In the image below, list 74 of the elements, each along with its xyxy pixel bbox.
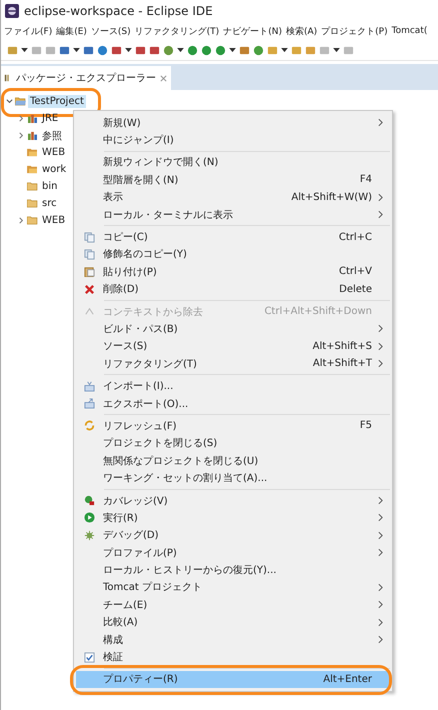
delete-icon [84, 284, 95, 295]
menu-item[interactable]: 編集(E) [56, 24, 87, 38]
menu-item[interactable]: ソース(S) Alt+Shift+S [76, 338, 390, 356]
menu-item[interactable]: カバレッジ(V) [76, 492, 390, 510]
tree-item[interactable]: src [40, 197, 59, 210]
clipboard-icon [84, 266, 95, 278]
refresh-icon [84, 420, 95, 432]
tree-item[interactable]: TestProject [28, 95, 86, 108]
dropdown-icon[interactable] [177, 48, 184, 52]
menu-item[interactable]: インポート(I)... [76, 377, 390, 395]
tree-item[interactable]: WEB [40, 146, 68, 159]
menu-item[interactable]: チーム(E) [76, 596, 390, 614]
menu-item[interactable]: 比較(A) [76, 614, 390, 631]
menu-item[interactable]: 表示 Alt+Shift+W(W) [76, 188, 390, 206]
expand-icon[interactable] [18, 217, 25, 224]
menu-item[interactable]: 型階層を開く(N) F4 [76, 171, 390, 189]
dropdown-icon[interactable] [333, 48, 340, 52]
menu-item[interactable]: 検索(A) [286, 24, 318, 38]
menu-item[interactable]: リファクタリング(T) [134, 24, 220, 38]
expand-icon[interactable] [18, 115, 25, 122]
menu-item[interactable]: 無関係なプロジェクトを閉じる(U) [76, 452, 390, 470]
tree-item[interactable]: 参照 [40, 128, 64, 144]
menu-item[interactable]: ローカル・ターミナルに表示 [76, 206, 390, 224]
import-icon [84, 380, 95, 392]
menu-item[interactable]: 構成 [76, 630, 390, 648]
menu-item[interactable]: デバッグ(D) [76, 526, 390, 544]
menu-item[interactable]: 貼り付け(P) Ctrl+V [76, 263, 390, 281]
bug-icon [84, 530, 95, 541]
dropdown-icon[interactable] [21, 48, 28, 52]
circle-icon[interactable] [253, 44, 264, 56]
close-icon[interactable] [160, 74, 167, 82]
menu-item[interactable]: コピー(C) Ctrl+C [76, 228, 390, 246]
checkbox-icon [84, 652, 95, 663]
coverage-icon [84, 495, 95, 506]
dropdown-icon[interactable] [125, 48, 132, 52]
menu-item[interactable]: 修飾名のコピー(Y) [76, 246, 390, 264]
menu-item[interactable]: Tomcat プロジェクト [76, 578, 390, 596]
menu-item[interactable]: プロファイル(P) [76, 544, 390, 562]
tree-item[interactable]: WEB [40, 214, 68, 227]
library-icon [27, 131, 38, 140]
library-icon [27, 114, 38, 123]
menu-item[interactable]: Tomcat( [392, 26, 428, 36]
menu-item[interactable]: ワーキング・セットの割り当て(A)... [76, 469, 390, 487]
expand-icon[interactable] [18, 132, 25, 139]
dropdown-icon[interactable] [281, 48, 288, 52]
menu-item[interactable]: プロジェクトを閉じる(S) [76, 434, 390, 452]
app-icon [5, 4, 19, 18]
copy-icon [84, 248, 95, 260]
menu-item[interactable]: リファクタリング(T) Alt+Shift+T [76, 355, 390, 372]
menu-item[interactable]: リフレッシュ(F) F5 [76, 417, 390, 435]
copy-icon [84, 232, 95, 243]
menu-item[interactable]: 新規(W) [76, 114, 390, 132]
expand-icon[interactable] [6, 98, 13, 105]
menu-item[interactable]: 中にジャンプ(I) [76, 131, 390, 149]
tree-item[interactable]: bin [40, 180, 60, 193]
menu-item[interactable]: 検証 [76, 648, 390, 666]
tree-item[interactable]: work [40, 163, 68, 176]
remove-icon [84, 306, 95, 318]
menu-item[interactable]: 新規ウィンドウで開く(N) [76, 154, 390, 172]
menu-item[interactable]: 実行(R) [76, 509, 390, 527]
menu-item[interactable]: ファイル(F) [4, 24, 52, 38]
menu-item[interactable]: ナビゲート(N) [223, 24, 282, 38]
view-tab[interactable]: パッケージ・エクスプローラー [1, 66, 171, 90]
dropdown-icon[interactable] [73, 48, 80, 52]
dropdown-icon[interactable] [229, 48, 236, 52]
menu-item[interactable]: プロジェクト(P) [321, 24, 388, 38]
menu-item[interactable]: プロパティー(R) Alt+Enter [76, 670, 390, 688]
export-icon [84, 398, 95, 410]
window-title: eclipse-workspace - Eclipse IDE [24, 4, 213, 18]
menu-item[interactable]: エクスポート(O)... [76, 394, 390, 412]
menu-item[interactable]: 削除(D) Delete [76, 280, 390, 298]
menu-item[interactable]: ソース(S) [90, 24, 131, 38]
menu-item[interactable]: ローカル・ヒストリーからの復元(Y)... [76, 561, 390, 579]
menu-item[interactable]: ビルド・パス(B) [76, 320, 390, 338]
